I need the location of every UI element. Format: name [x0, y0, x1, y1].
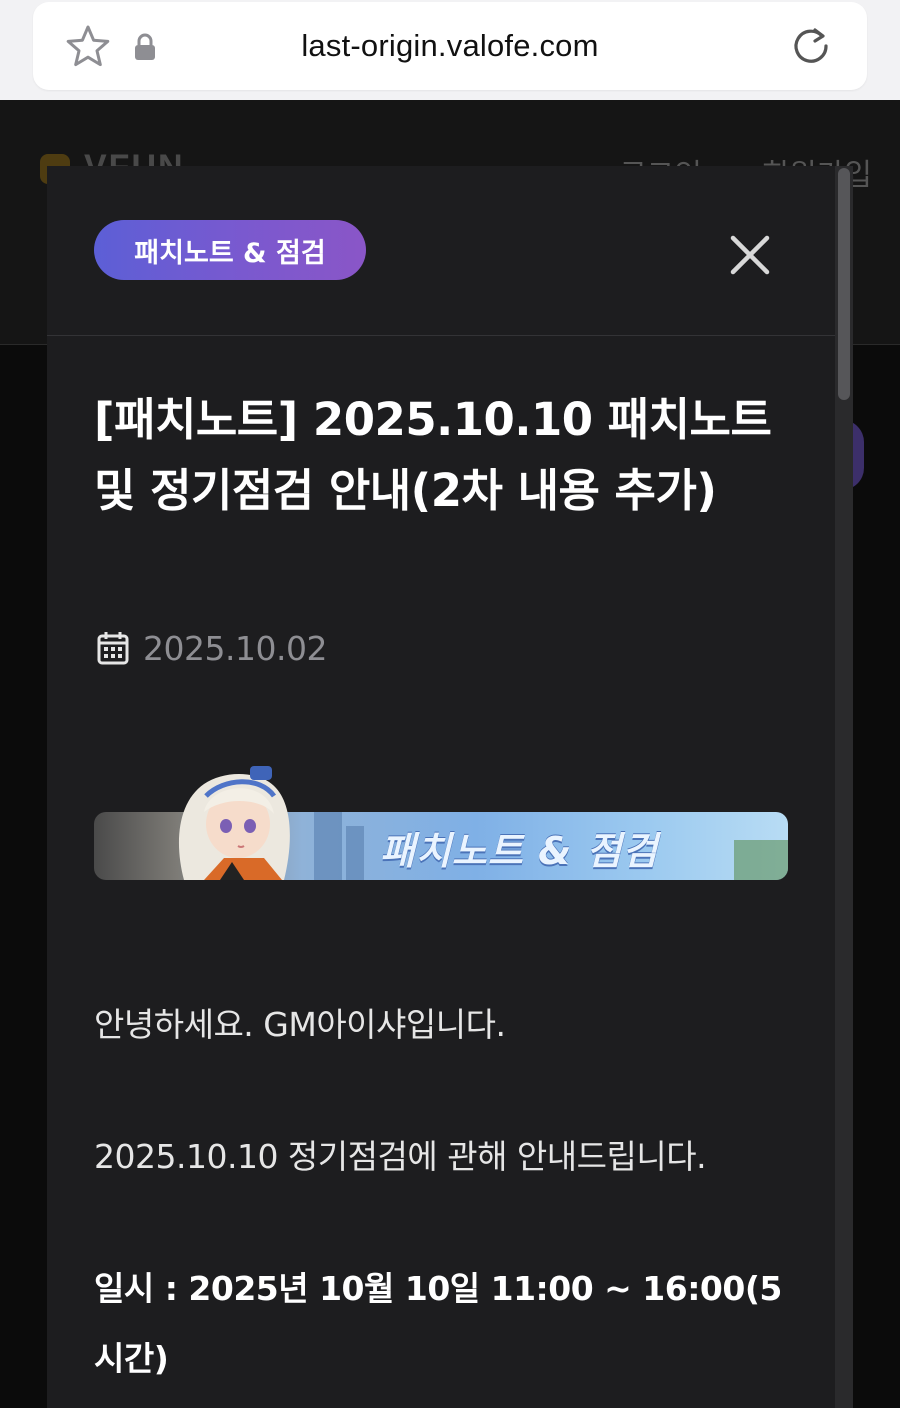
close-icon[interactable] [727, 232, 773, 278]
notice-banner-image: 패치노트 & 점검 [94, 762, 788, 882]
scrollbar-thumb[interactable] [838, 168, 850, 400]
category-badge: 패치노트 & 점검 [94, 220, 366, 280]
url-text[interactable]: last-origin.valofe.com [33, 28, 867, 64]
post-date: 2025.10.02 [143, 628, 327, 668]
post-date-row: 2025.10.02 [97, 628, 327, 668]
greeting-text: 안녕하세요. GM아이샤입니다. [94, 1005, 506, 1044]
address-bar[interactable]: last-origin.valofe.com [33, 2, 867, 90]
browser-toolbar: last-origin.valofe.com [0, 0, 900, 100]
schedule-text: 일시 : 2025년 10월 10일 11:00 ~ 16:00(5시간) [94, 1269, 782, 1378]
character-illustration [178, 766, 290, 880]
scrollbar[interactable] [835, 166, 853, 1408]
calendar-icon [97, 632, 129, 665]
reload-icon[interactable] [789, 24, 833, 68]
banner-text: 패치노트 & 점검 [380, 829, 659, 873]
notice-modal: 패치노트 & 점검 [패치노트] 2025.10.10 패치노트 및 정기점검 … [47, 166, 853, 1408]
post-title: [패치노트] 2025.10.10 패치노트 및 정기점검 안내(2차 내용 추… [94, 393, 772, 517]
intro-text: 2025.10.10 정기점검에 관해 안내드립니다. [94, 1137, 707, 1176]
modal-header: 패치노트 & 점검 [47, 166, 835, 336]
